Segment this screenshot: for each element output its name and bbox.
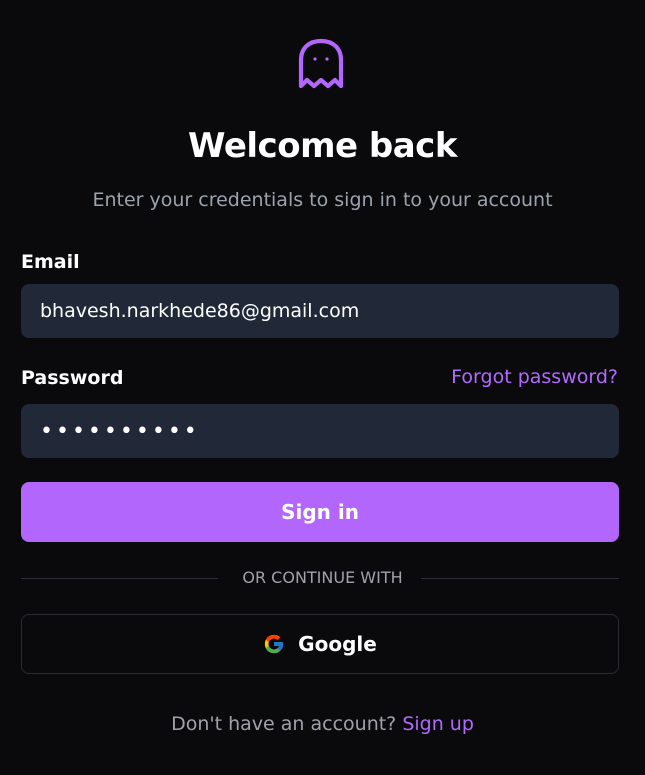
password-label: Password bbox=[21, 367, 124, 389]
forgot-password-link[interactable]: Forgot password? bbox=[451, 364, 618, 390]
signup-prompt: Don't have an account? Sign up bbox=[0, 711, 645, 737]
divider-right-line bbox=[421, 578, 619, 579]
sign-in-button[interactable]: Sign in bbox=[21, 482, 619, 542]
page-title: Welcome back bbox=[188, 126, 457, 166]
login-page: Welcome back Enter your credentials to s… bbox=[0, 0, 645, 775]
google-label: Google bbox=[298, 632, 377, 656]
ghost-icon bbox=[298, 38, 344, 89]
password-field[interactable]: •••••••••• bbox=[21, 404, 619, 458]
email-value: bhavesh.narkhede86@gmail.com bbox=[40, 300, 360, 322]
email-field[interactable]: bhavesh.narkhede86@gmail.com bbox=[21, 284, 619, 338]
sign-up-link[interactable]: Sign up bbox=[402, 713, 474, 735]
password-value: •••••••••• bbox=[40, 418, 200, 444]
sign-in-label: Sign in bbox=[281, 500, 359, 524]
google-signin-button[interactable]: Google bbox=[21, 614, 619, 674]
signup-prompt-text: Don't have an account? bbox=[171, 713, 397, 735]
google-icon bbox=[265, 634, 284, 654]
page-subtitle: Enter your credentials to sign in to you… bbox=[92, 189, 553, 211]
email-label: Email bbox=[21, 251, 80, 273]
